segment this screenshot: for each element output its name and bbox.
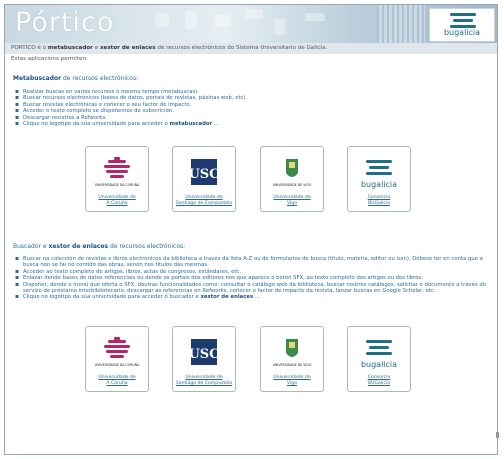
uvigo-metabuscador-card[interactable]: UNIVERSIDADE DE VIGO Universidade de Vigo [260,146,324,212]
usc-caption-line2: Santiago de Compostela [175,200,233,206]
list-item: Buscar na colección de revistas e libros… [15,256,487,269]
subhead-join: e [92,45,100,51]
svg-text:USC: USC [188,347,219,362]
usc-logo-icon: USC [173,337,235,369]
subhead-suffix: de recursos electrónicos do Sistema Univ… [155,45,328,51]
uvigo-caption-line1: Universidade de [273,375,311,381]
bugalicia-caption: Consorcio BUGalicia [348,375,410,386]
subhead-xestor: xestor de enlaces [99,45,156,51]
list-item-suffix: ... [253,294,260,301]
udc-caption-line2: A Coruña [106,200,128,206]
site-title[interactable]: Pórtico [15,7,114,38]
uvigo-logo-icon: UNIVERSIDADE DE VIGO [261,337,323,369]
subhead-prefix: PORTICO é o [11,45,47,51]
svg-text:UNIVERSIDADE DE VIGO: UNIVERSIDADE DE VIGO [273,363,312,367]
list-item-bold: xestor de enlaces [200,294,254,301]
udc-caption-line2: A Coruña [106,380,128,386]
list-item-text: Clique no logotipo da súa universidade p… [23,121,170,128]
bugalicia-caption-line2: BUGalicia [367,200,391,206]
xestor-heading-rest: de recursos electrónicos: [108,243,186,250]
bugalicia-header-logo[interactable]: bugalicia [429,8,495,42]
list-item-text: Clique no logotipo da súa universidade p… [23,294,201,301]
metabuscador-list: Realizar buscas en varios recursos ó mes… [15,89,487,128]
udc-logo-icon: UNIVERSIDADE DA CORUÑA [86,157,148,189]
metabuscador-heading-rest: de recursos electrónicos: [61,75,139,82]
bugalicia-caption-line1: Consorcio [367,375,391,381]
bugalicia-xestor-card[interactable]: bugalicia Consorcio BUGalicia [347,326,411,392]
list-item: Dispoñer, dende o menú que oferta o SFX,… [15,282,487,295]
page-frame: Pórtico bugalicia PORTICO é o metabuscad… [4,4,498,455]
udc-metabuscador-card[interactable]: UNIVERSIDADE DA CORUÑA Universidade de A … [85,146,149,212]
xestor-heading-prefix: Buscador e [13,243,49,250]
bugalicia-caption-line2: BUGalicia [367,380,391,386]
bugalicia-header-label: bugalicia [443,28,481,37]
usc-metabuscador-card[interactable]: USC Universidade de Santiago de Compostel… [172,146,236,212]
usc-caption-line1: Universidade de [185,375,223,381]
list-item: Clique no logotipo da súa universidade p… [15,294,487,301]
udc-caption-line1: Universidade de [98,195,136,201]
usc-caption-line2: Santiago de Compostela [175,380,233,386]
uvigo-caption: Universidade de Vigo [261,195,323,206]
usc-xestor-card[interactable]: USC Universidade de Santiago de Compostel… [172,326,236,392]
subhead-metabuscador: metabuscador [47,45,93,51]
list-item-suffix: ... [212,121,219,128]
bugalicia-metabuscador-card[interactable]: bugalicia Consorcio BUGalicia [347,146,411,212]
bugalicia-logo-icon: bugalicia [348,337,410,369]
xestor-list: Buscar na colección de revistas e libros… [15,256,487,301]
udc-caption-line1: Universidade de [98,375,136,381]
scrollbar-marker[interactable] [496,432,499,438]
svg-text:bugalicia: bugalicia [361,180,397,189]
bugalicia-caption-line1: Consorcio [367,195,391,201]
description-bar: PORTICO é o metabuscador e xestor de enl… [5,43,497,54]
list-item-bold: metabuscador [169,121,213,128]
svg-text:UNIVERSIDADE DA CORUÑA: UNIVERSIDADE DA CORUÑA [95,362,140,367]
metabuscador-heading: Metabuscador de recursos electrónicos: [13,75,138,82]
svg-text:bugalicia: bugalicia [361,360,397,369]
uvigo-logo-icon: UNIVERSIDADE DE VIGO [261,157,323,189]
svg-text:UNIVERSIDADE DE VIGO: UNIVERSIDADE DE VIGO [273,183,312,187]
bugalicia-caption: Consorcio BUGalicia [348,195,410,206]
bugalicia-logo-icon: bugalicia [348,157,410,189]
uvigo-caption-line2: Vigo [286,380,298,386]
svg-text:USC: USC [188,167,219,182]
uvigo-caption-line2: Vigo [286,200,298,206]
udc-caption: Universidade de A Coruña [86,375,148,386]
list-item: Clique no logotipo da súa universidade p… [15,121,487,128]
banner-stripes [377,5,425,43]
usc-logo-icon: USC [173,157,235,189]
usc-caption-line1: Universidade de [185,195,223,201]
usc-caption: Universidade de Santiago de Compostela [173,195,235,206]
uvigo-caption: Universidade de Vigo [261,375,323,386]
udc-logo-icon: UNIVERSIDADE DA CORUÑA [86,337,148,369]
uvigo-caption-line1: Universidade de [273,195,311,201]
udc-xestor-card[interactable]: UNIVERSIDADE DA CORUÑA Universidade de A … [85,326,149,392]
xestor-heading-bold: xestor de enlaces [48,243,109,250]
banner-decoration [145,7,355,41]
metabuscador-heading-bold: Metabuscador [13,75,62,82]
header-banner: Pórtico bugalicia [5,5,497,43]
udc-caption: Universidade de A Coruña [86,195,148,206]
svg-text:UNIVERSIDADE DA CORUÑA: UNIVERSIDADE DA CORUÑA [95,182,140,187]
intro-text: Estas aplicacions permiten: [11,56,88,62]
uvigo-xestor-card[interactable]: UNIVERSIDADE DE VIGO Universidade de Vigo [260,326,324,392]
usc-caption: Universidade de Santiago de Compostela [173,375,235,386]
xestor-heading: Buscador e xestor de enlaces de recursos… [13,243,185,250]
